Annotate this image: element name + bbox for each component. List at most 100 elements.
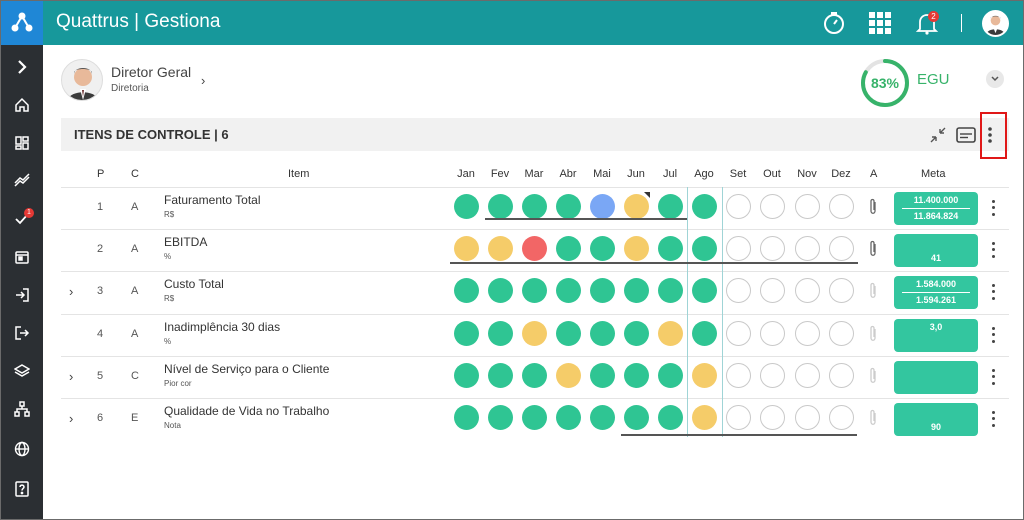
bell-icon[interactable]: 2: [913, 9, 941, 37]
chevron-right-icon[interactable]: ›: [201, 73, 205, 88]
status-dot[interactable]: [590, 236, 615, 261]
status-dot[interactable]: [658, 236, 683, 261]
status-dot-empty[interactable]: [795, 278, 820, 303]
status-dot-empty[interactable]: [760, 363, 785, 388]
dashboard-icon[interactable]: [1, 127, 43, 159]
attachment-icon[interactable]: [868, 198, 878, 219]
status-dot[interactable]: [658, 321, 683, 346]
status-dot[interactable]: [658, 278, 683, 303]
status-dot[interactable]: [522, 194, 547, 219]
item-name[interactable]: Inadimplência 30 dias: [164, 320, 280, 334]
row-options-icon[interactable]: [988, 367, 998, 387]
app-logo[interactable]: [1, 1, 43, 45]
status-dot[interactable]: [590, 321, 615, 346]
item-name[interactable]: Faturamento Total: [164, 193, 261, 207]
attachment-icon[interactable]: [868, 282, 878, 303]
status-dot-empty[interactable]: [829, 321, 854, 346]
globe-icon[interactable]: [1, 433, 43, 465]
row-options-icon[interactable]: [988, 409, 998, 429]
status-dot-empty[interactable]: [829, 405, 854, 430]
expand-row-icon[interactable]: ›: [69, 284, 73, 299]
row-options-icon[interactable]: [988, 240, 998, 260]
status-dot-empty[interactable]: [829, 278, 854, 303]
status-dot[interactable]: [454, 236, 479, 261]
status-dot-empty[interactable]: [760, 321, 785, 346]
layers-icon[interactable]: [1, 355, 43, 387]
status-dot[interactable]: [624, 236, 649, 261]
attachment-icon[interactable]: [868, 240, 878, 261]
profile-name[interactable]: Diretor Geral: [111, 64, 191, 80]
table-row[interactable]: 1 A Faturamento Total R$ 11.400.000 11.864.82…: [61, 187, 1009, 229]
status-dot-empty[interactable]: [726, 194, 751, 219]
status-dot-empty[interactable]: [795, 363, 820, 388]
status-dot[interactable]: [658, 405, 683, 430]
status-dot[interactable]: [488, 236, 513, 261]
item-name[interactable]: EBITDA: [164, 235, 207, 249]
expand-icon[interactable]: [1, 51, 43, 83]
status-dot[interactable]: [556, 405, 581, 430]
status-dot[interactable]: [624, 278, 649, 303]
status-dot-empty[interactable]: [795, 405, 820, 430]
status-dot[interactable]: [522, 321, 547, 346]
login-icon[interactable]: [1, 279, 43, 311]
status-dot[interactable]: [454, 194, 479, 219]
attachment-icon[interactable]: [868, 409, 878, 430]
timer-icon[interactable]: [820, 9, 848, 37]
attachment-icon[interactable]: [868, 325, 878, 346]
status-dot[interactable]: [590, 278, 615, 303]
home-icon[interactable]: [1, 89, 43, 121]
status-dot-empty[interactable]: [760, 236, 785, 261]
status-dot[interactable]: [692, 363, 717, 388]
status-dot[interactable]: [590, 194, 615, 219]
meta-box[interactable]: 11.400.000 11.864.824: [894, 192, 978, 225]
status-dot[interactable]: [522, 236, 547, 261]
status-dot-empty[interactable]: [726, 405, 751, 430]
status-dot[interactable]: [692, 194, 717, 219]
expand-row-icon[interactable]: ›: [69, 411, 73, 426]
tasks-icon[interactable]: 1: [1, 203, 43, 235]
table-row[interactable]: 2 A EBITDA% 41: [61, 229, 1009, 271]
row-options-icon[interactable]: [988, 198, 998, 218]
meta-box[interactable]: 1.584.000 1.594.261: [894, 276, 978, 309]
status-dot[interactable]: [522, 363, 547, 388]
item-name[interactable]: Qualidade de Vida no Trabalho: [164, 404, 329, 418]
row-options-icon[interactable]: [988, 282, 998, 302]
status-dot-empty[interactable]: [795, 194, 820, 219]
status-dot[interactable]: [488, 321, 513, 346]
meta-box[interactable]: 3,0: [894, 319, 978, 352]
status-dot[interactable]: [556, 363, 581, 388]
status-dot-empty[interactable]: [726, 278, 751, 303]
row-options-icon[interactable]: [988, 325, 998, 345]
status-dot-empty[interactable]: [829, 363, 854, 388]
help-icon[interactable]: [1, 473, 43, 505]
status-dot-empty[interactable]: [726, 363, 751, 388]
meta-box[interactable]: 90: [894, 403, 978, 436]
status-dot-empty[interactable]: [726, 321, 751, 346]
status-dot[interactable]: [692, 236, 717, 261]
status-dot[interactable]: [488, 278, 513, 303]
meta-box[interactable]: [894, 361, 978, 394]
status-dot[interactable]: [454, 405, 479, 430]
status-dot[interactable]: [556, 194, 581, 219]
status-dot[interactable]: [624, 321, 649, 346]
status-dot[interactable]: [556, 236, 581, 261]
table-row[interactable]: › 3 A Custo Total R$ 1.584.000 1.594.261: [61, 271, 1009, 313]
attachment-icon[interactable]: [868, 367, 878, 388]
user-avatar[interactable]: [982, 10, 1009, 37]
status-dot[interactable]: [556, 278, 581, 303]
collapse-arrows-icon[interactable]: [927, 124, 949, 146]
table-row[interactable]: › 6 E Qualidade de Vida no Trabalho Nota 90: [61, 398, 1009, 440]
item-name[interactable]: Nível de Serviço para o Cliente: [164, 362, 329, 376]
status-dot[interactable]: [692, 321, 717, 346]
status-dot-empty[interactable]: [829, 194, 854, 219]
status-dot[interactable]: [624, 405, 649, 430]
calendar-icon[interactable]: [1, 241, 43, 273]
status-dot[interactable]: [522, 405, 547, 430]
status-dot-empty[interactable]: [760, 194, 785, 219]
apps-grid-icon[interactable]: [866, 9, 894, 37]
status-dot[interactable]: [692, 405, 717, 430]
status-dot[interactable]: [590, 363, 615, 388]
table-row[interactable]: › 5 C Nível de Serviço para o Cliente Pior c…: [61, 356, 1009, 398]
table-row[interactable]: 4 A Inadimplência 30 dias% 3,0: [61, 314, 1009, 356]
status-dot-empty[interactable]: [726, 236, 751, 261]
